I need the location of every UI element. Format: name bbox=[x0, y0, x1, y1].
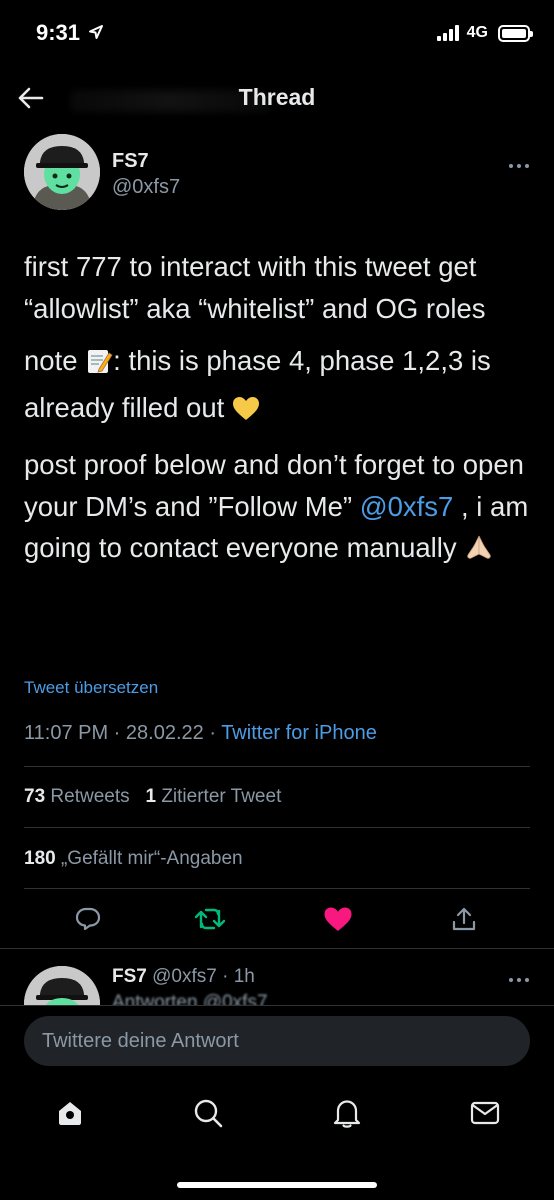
divider bbox=[24, 888, 530, 889]
author-name[interactable]: FS7 bbox=[112, 150, 149, 173]
location-arrow-icon bbox=[88, 24, 104, 45]
page-title: Thread bbox=[238, 84, 316, 110]
divider bbox=[24, 766, 530, 767]
reply-tweet[interactable]: FS7 @0xfs7 · 1h Antworten @0xfs7 bbox=[0, 950, 554, 1005]
retweets-count: 73 bbox=[24, 786, 46, 807]
status-bar: 9:31 4G bbox=[0, 0, 554, 70]
meta-separator: · bbox=[108, 722, 126, 744]
retweets-label: Retweets bbox=[50, 786, 130, 807]
divider bbox=[24, 827, 530, 828]
reply-author: FS7 @0xfs7 · 1h bbox=[112, 966, 255, 988]
mention-link[interactable]: @0xfs7 bbox=[360, 491, 454, 522]
praying-hands-icon bbox=[464, 532, 494, 574]
meta-separator: · bbox=[203, 722, 222, 744]
reply-author-handle[interactable]: @0xfs7 bbox=[152, 966, 217, 987]
status-time: 9:31 bbox=[36, 20, 81, 45]
tweet-author: FS7 @0xfs7 bbox=[0, 134, 554, 224]
yellow-heart-icon bbox=[232, 392, 260, 434]
memo-emoji-icon bbox=[85, 345, 113, 387]
more-options-icon[interactable] bbox=[508, 970, 530, 988]
home-icon[interactable] bbox=[52, 1095, 88, 1131]
reply-icon[interactable] bbox=[71, 902, 105, 936]
tweet-paragraph-text: note bbox=[24, 345, 86, 376]
battery-icon bbox=[498, 24, 533, 42]
more-options-icon[interactable] bbox=[508, 156, 530, 174]
retweet-stats[interactable]: 73 Retweets 1 Zitierter Tweet bbox=[24, 786, 281, 808]
retweet-icon[interactable] bbox=[193, 902, 227, 936]
signal-icon bbox=[436, 25, 459, 41]
search-icon[interactable] bbox=[190, 1095, 226, 1131]
tweet-paragraph: first 777 to interact with this tweet ge… bbox=[24, 246, 536, 329]
reply-author-name[interactable]: FS7 bbox=[112, 966, 147, 987]
tweet-text: first 777 to interact with this tweet ge… bbox=[24, 246, 536, 585]
bottom-tab-bar bbox=[0, 1075, 554, 1200]
author-handle[interactable]: @0xfs7 bbox=[112, 176, 180, 199]
quotes-label: Zitierter Tweet bbox=[161, 786, 282, 807]
divider bbox=[0, 948, 554, 949]
tweet-time: 11:07 PM bbox=[24, 722, 109, 744]
reply-input[interactable]: Twittere deine Antwort bbox=[24, 1016, 530, 1066]
tweet-source-link[interactable]: Twitter for iPhone bbox=[221, 722, 377, 744]
network-type: 4G bbox=[466, 24, 488, 41]
compose-bar: Twittere deine Antwort bbox=[0, 1005, 554, 1075]
likes-count: 180 bbox=[24, 848, 56, 869]
messages-icon[interactable] bbox=[467, 1095, 503, 1131]
home-indicator[interactable] bbox=[177, 1182, 377, 1188]
tweet-paragraph: post proof below and don’t forget to ope… bbox=[24, 444, 536, 574]
like-stats[interactable]: 180 „Gefällt mir“-Angaben bbox=[24, 848, 243, 870]
tweet-paragraph-text: first 777 to interact with this tweet ge… bbox=[24, 251, 486, 324]
avatar[interactable] bbox=[24, 966, 100, 1005]
share-icon[interactable] bbox=[447, 902, 481, 936]
status-indicators: 4G bbox=[436, 24, 533, 42]
notifications-icon[interactable] bbox=[329, 1095, 365, 1131]
translate-tweet-link[interactable]: Tweet übersetzen bbox=[24, 678, 158, 698]
tweet-paragraph: note : this is phase 4, phase 1,2,3 is a… bbox=[24, 340, 536, 433]
reply-snippet: Antworten @0xfs7 bbox=[112, 992, 268, 1005]
tweet-date: 28.02.22 bbox=[125, 722, 204, 744]
tweet-actions bbox=[0, 898, 554, 942]
like-icon[interactable] bbox=[321, 902, 355, 936]
likes-label: „Gefällt mir“-Angaben bbox=[60, 848, 243, 869]
quotes-count: 1 bbox=[145, 786, 157, 807]
avatar[interactable] bbox=[24, 134, 100, 210]
reply-age: · 1h bbox=[222, 966, 255, 987]
tweet-metadata: 11:07 PM · 28.02.22 · Twitter for iPhone bbox=[24, 722, 377, 745]
thread-header: Thread bbox=[0, 70, 554, 126]
